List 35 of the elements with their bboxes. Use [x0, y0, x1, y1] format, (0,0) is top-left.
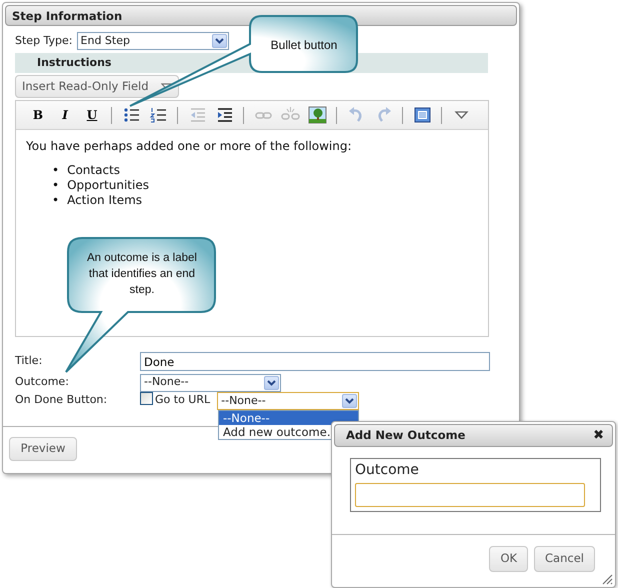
field-label: Outcome [355, 462, 420, 478]
italic-button[interactable]: I [53, 104, 77, 126]
field-label: Step Type: [15, 32, 73, 49]
paragraph: You have perhaps added one or more of the following: [26, 138, 353, 155]
insert-field-button[interactable]: Insert Read-Only Field [15, 75, 179, 98]
list-item: Contacts [67, 163, 120, 178]
list-item: Opportunities [67, 178, 149, 193]
bullet-marker: • [52, 163, 60, 178]
chevron-icon [267, 380, 276, 386]
checkbox[interactable] [140, 392, 153, 405]
preview-button[interactable]: Preview [9, 437, 77, 461]
step-type-dropdown[interactable]: End Step [76, 32, 229, 50]
outcome-dropdown[interactable]: --None-- [140, 374, 281, 392]
field-label: Outcome: [15, 374, 70, 390]
bold-button[interactable]: B [26, 104, 50, 126]
callout-text: An outcome is a label that identifies an end step. [86, 251, 198, 298]
title-field[interactable]: Done [140, 352, 490, 371]
ok-button[interactable]: OK [489, 546, 528, 572]
close-button[interactable]: ✖ [593, 426, 604, 446]
on-done-dropdown[interactable]: --None-- [217, 392, 360, 410]
checkbox-label: Go to URL [155, 392, 210, 408]
cancel-button[interactable]: Cancel [534, 546, 595, 572]
resize-grip-icon [601, 573, 613, 585]
bullet-marker: • [52, 193, 60, 208]
dialog-title: Add New Outcome [346, 426, 466, 444]
underline-button[interactable]: U [80, 104, 104, 126]
bullet-marker: • [52, 178, 60, 193]
field-label: Title: [15, 353, 44, 370]
chevron-icon [345, 398, 354, 404]
outcome-field[interactable] [355, 483, 585, 507]
callout-text: Bullet button [270, 37, 338, 53]
dropdown-option[interactable]: --None-- [219, 411, 358, 425]
field-label: On Done Button: [15, 392, 108, 408]
list-item: Action Items [67, 193, 142, 208]
chevron-icon [214, 38, 224, 44]
